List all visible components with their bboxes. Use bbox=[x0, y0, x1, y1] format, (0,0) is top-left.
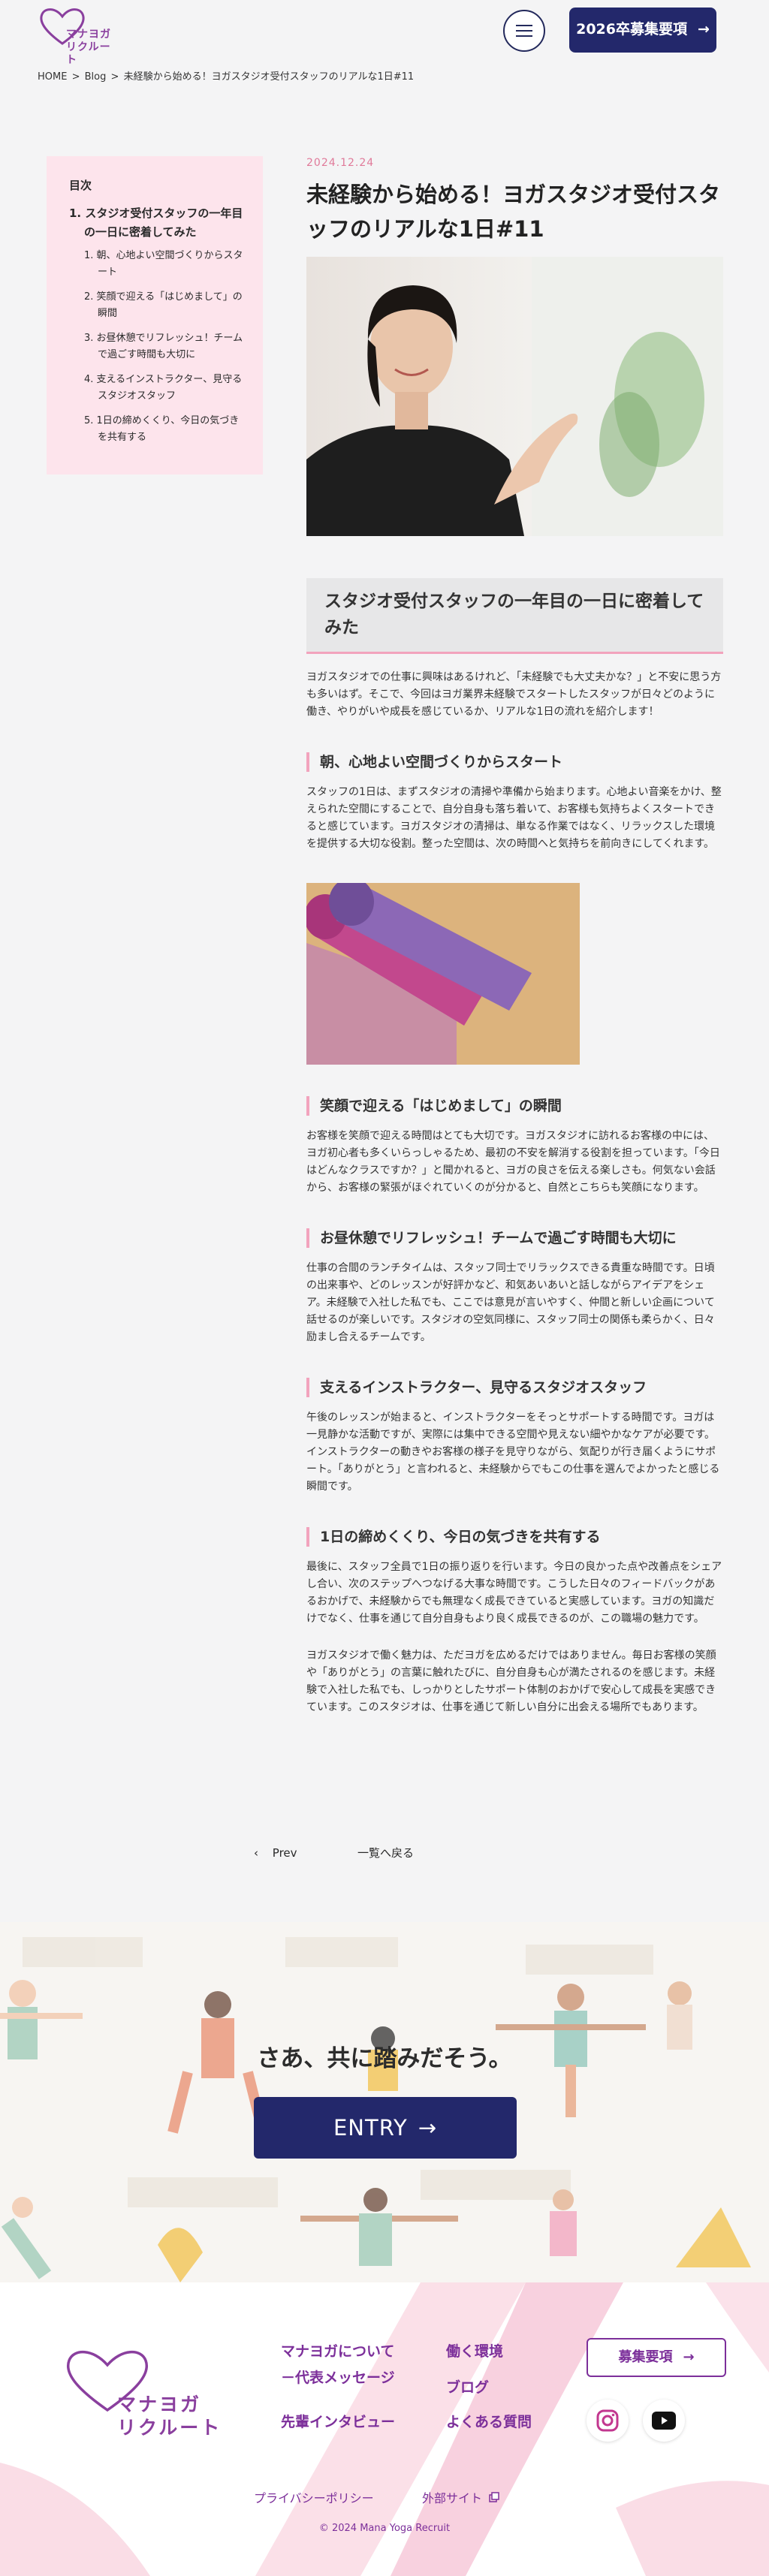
prev-label: Prev bbox=[272, 1846, 297, 1860]
article-title: 未経験から始める！ヨガスタジオ受付スタッフのリアルな1日#11 bbox=[306, 181, 721, 242]
back-to-list-link[interactable]: 一覧へ戻る bbox=[357, 1843, 414, 1863]
subsection-heading: 支えるインストラクター、見守るスタジオスタッフ bbox=[306, 1377, 723, 1397]
youtube-link[interactable] bbox=[643, 2400, 685, 2442]
site-footer: マナヨガ リクルート マナヨガについて －代表メッセージ 先輩インタビュー 働く… bbox=[0, 2282, 769, 2576]
arrow-right-icon: → bbox=[683, 2349, 695, 2366]
subsection-body: 最後に、スタッフ全員で1日の振り返りを行います。今日の良かった点や改善点をシェア… bbox=[306, 1560, 722, 1625]
chevron-left-icon: ‹ bbox=[254, 1846, 258, 1860]
post-date: 2024.12.24 bbox=[306, 157, 375, 169]
footer-logo-text: マナヨガ リクルート bbox=[117, 2394, 222, 2439]
copyright: © 2024 Mana Yoga Recruit bbox=[318, 2523, 451, 2534]
post-pager: ‹ Prev 一覧へ戻る bbox=[254, 1843, 524, 1867]
breadcrumb-separator: > bbox=[110, 71, 119, 83]
subsection-body: スタッフの1日は、まずスタジオの清掃や準備から始まります。心地よい音楽をかけ、整… bbox=[306, 785, 722, 850]
footer-link-message[interactable]: －代表メッセージ bbox=[281, 2367, 395, 2388]
footer-link-faq[interactable]: よくある質問 bbox=[446, 2412, 532, 2433]
breadcrumb-current: 未経験から始める！ヨガスタジオ受付スタッフのリアルな1日#11 bbox=[123, 71, 415, 83]
breadcrumb-home[interactable]: HOME bbox=[38, 71, 67, 83]
instagram-link[interactable] bbox=[587, 2400, 629, 2442]
staff-photo-illustration bbox=[306, 256, 723, 536]
breadcrumb-blog[interactable]: Blog bbox=[85, 71, 107, 83]
footer-link-about[interactable]: マナヨガについて bbox=[281, 2341, 394, 2362]
recruit-requirements-button[interactable]: 2026卒募集要項 → bbox=[569, 8, 716, 53]
cta-label: 2026卒募集要項 bbox=[576, 21, 687, 38]
external-site-label: 外部サイト bbox=[422, 2491, 483, 2505]
youtube-icon bbox=[652, 2412, 676, 2430]
subsection-heading: お昼休憩でリフレッシュ！チームで過ごす時間も大切に bbox=[306, 1228, 723, 1248]
toc-item[interactable]: 5. 1日の締めくくり、今日の気づきを共有する bbox=[69, 413, 245, 446]
breadcrumb: HOME > Blog > 未経験から始める！ヨガスタジオ受付スタッフのリアルな… bbox=[38, 69, 415, 86]
section-heading: スタジオ受付スタッフの一年目の一日に密着してみた bbox=[306, 577, 723, 654]
privacy-policy-link[interactable]: プライバシーポリシー bbox=[254, 2488, 374, 2509]
footer-link-work[interactable]: 働く環境 bbox=[446, 2341, 503, 2362]
prev-link[interactable]: ‹ Prev bbox=[254, 1843, 297, 1863]
entry-section: さあ、共に踏みだそう。 ENTRY → bbox=[0, 1922, 769, 2282]
site-header: マナヨガ リクルート 2026卒募集要項 → bbox=[0, 0, 769, 66]
yoga-mat-photo bbox=[306, 882, 580, 1065]
hero-photo bbox=[306, 256, 723, 536]
toc-item[interactable]: 3. お昼休憩でリフレッシュ！チームで過ごす時間も大切に bbox=[69, 330, 245, 363]
breadcrumb-separator: > bbox=[71, 71, 80, 83]
footer-recruit-button[interactable]: 募集要項 → bbox=[587, 2338, 726, 2377]
instagram-icon bbox=[596, 2409, 619, 2432]
footer-link-blog[interactable]: ブログ bbox=[446, 2377, 489, 2398]
footer-link-interview[interactable]: 先輩インタビュー bbox=[281, 2412, 395, 2433]
footer-logo[interactable]: マナヨガ リクルート bbox=[59, 2350, 224, 2442]
intro-paragraph: ヨガスタジオでの仕事に興味はあるけれど、「未経験でも大丈夫かな？」と不安に思う方… bbox=[306, 670, 722, 718]
table-of-contents: 目次 1. スタジオ受付スタッフの一年目の一日に密着してみた 1. 朝、心地よい… bbox=[47, 156, 263, 475]
subsection-heading: 1日の締めくくり、今日の気づきを共有する bbox=[306, 1526, 723, 1547]
hamburger-menu-button[interactable] bbox=[503, 10, 545, 52]
entry-button[interactable]: ENTRY → bbox=[254, 2097, 517, 2159]
closing-paragraph: ヨガスタジオで働く魅力は、ただヨガを広めるだけではありません。毎日お客様の笑顔や… bbox=[306, 1649, 716, 1713]
toc-item[interactable]: 2. 笑顔で迎える「はじめまして」の瞬間 bbox=[69, 289, 245, 322]
yoga-mat-illustration bbox=[306, 882, 580, 1065]
entry-heading: さあ、共に踏みだそう。 bbox=[257, 2045, 512, 2072]
subsection-body: 午後のレッスンが始まると、インストラクターをそっとサポートする時間です。ヨガは一… bbox=[306, 1411, 720, 1493]
arrow-right-icon: → bbox=[418, 2114, 438, 2141]
subsection-body: お客様を笑顔で迎える時間はとても大切です。ヨガスタジオに訪れるお客様の中には、ヨ… bbox=[306, 1129, 720, 1194]
external-site-link[interactable]: 外部サイト bbox=[422, 2488, 499, 2509]
logo-text: マナヨガ リクルート bbox=[66, 29, 111, 66]
article: 2024.12.24 未経験から始める！ヨガスタジオ受付スタッフのリアルな1日#… bbox=[306, 154, 723, 1716]
toc-title: 目次 bbox=[69, 179, 92, 192]
subsection-heading: 朝、心地よい空間づくりからスタート bbox=[306, 752, 723, 772]
entry-label: ENTRY bbox=[333, 2114, 408, 2141]
toc-main-item[interactable]: 1. スタジオ受付スタッフの一年目の一日に密着してみた bbox=[69, 204, 245, 242]
site-logo[interactable]: マナヨガ リクルート bbox=[36, 5, 120, 66]
external-link-icon bbox=[489, 2492, 499, 2502]
toc-item[interactable]: 4. 支えるインストラクター、見守るスタジオスタッフ bbox=[69, 372, 245, 405]
footer-recruit-label: 募集要項 bbox=[618, 2349, 673, 2366]
subsection-body: 仕事の合間のランチタイムは、スタッフ同士でリラックスできる貴重な時間です。日頃の… bbox=[306, 1261, 715, 1343]
toc-item[interactable]: 1. 朝、心地よい空間づくりからスタート bbox=[69, 248, 245, 281]
subsection-heading: 笑顔で迎える「はじめまして」の瞬間 bbox=[306, 1095, 723, 1116]
arrow-right-icon: → bbox=[697, 21, 710, 38]
